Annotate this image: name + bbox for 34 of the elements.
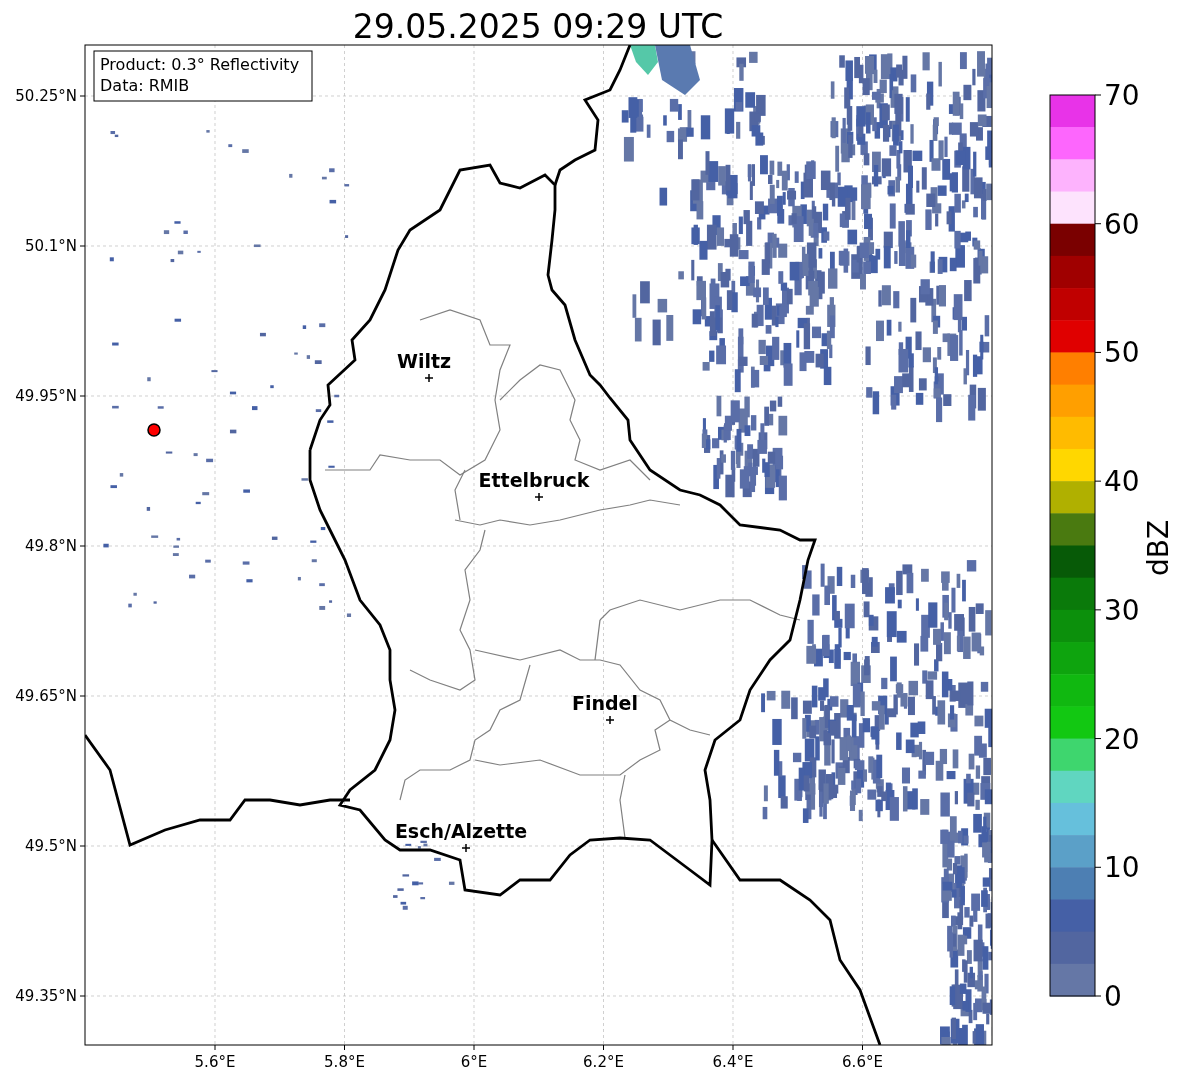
city-label: Esch/Alzette bbox=[394, 820, 528, 842]
y-tick-label: 50.25°N bbox=[15, 87, 77, 105]
colorbar-tick-label: 60 bbox=[1104, 207, 1140, 241]
x-tick-label: 5.8°E bbox=[324, 1053, 365, 1071]
colorbar-label: dBZ bbox=[1142, 519, 1175, 577]
radar-site-marker bbox=[147, 423, 161, 437]
city-marker bbox=[461, 843, 471, 853]
city-label: Wiltz bbox=[396, 350, 452, 372]
y-tick-label: 49.95°N bbox=[15, 387, 77, 405]
y-tick-label: 50.1°N bbox=[24, 237, 77, 255]
colorbar-tick-label: 50 bbox=[1104, 336, 1140, 370]
colorbar-tick-label: 30 bbox=[1104, 593, 1140, 627]
city-marker bbox=[605, 715, 615, 725]
colorbar-tick-label: 70 bbox=[1104, 79, 1140, 112]
x-tick-label: 6.4°E bbox=[712, 1053, 754, 1071]
legend-text: Data: RMIB bbox=[100, 76, 190, 95]
y-tick-label: 49.8°N bbox=[24, 537, 77, 555]
city-label: Findel bbox=[572, 692, 638, 714]
city-label: Ettelbruck bbox=[478, 469, 590, 491]
chart-title: 29.05.2025 09:29 UTC bbox=[352, 7, 724, 46]
city-marker bbox=[534, 492, 544, 502]
legend-text: Product: 0.3° Reflectivity bbox=[100, 55, 300, 74]
city-marker bbox=[424, 373, 434, 383]
y-tick-label: 49.5°N bbox=[24, 837, 77, 855]
x-tick-label: 6.6°E bbox=[842, 1053, 883, 1071]
colorbar-tick-label: 40 bbox=[1104, 465, 1140, 499]
colorbar-tick-label: 10 bbox=[1104, 851, 1140, 885]
y-tick-label: 49.35°N bbox=[15, 987, 77, 1005]
colorbar-tick-label: 20 bbox=[1104, 722, 1140, 756]
colorbar-tick-label: 0 bbox=[1104, 980, 1122, 1013]
x-tick-label: 6°E bbox=[460, 1053, 488, 1071]
y-tick-label: 49.65°N bbox=[15, 687, 77, 705]
x-tick-label: 5.6°E bbox=[194, 1053, 236, 1071]
x-tick-label: 6.2°E bbox=[583, 1053, 624, 1071]
